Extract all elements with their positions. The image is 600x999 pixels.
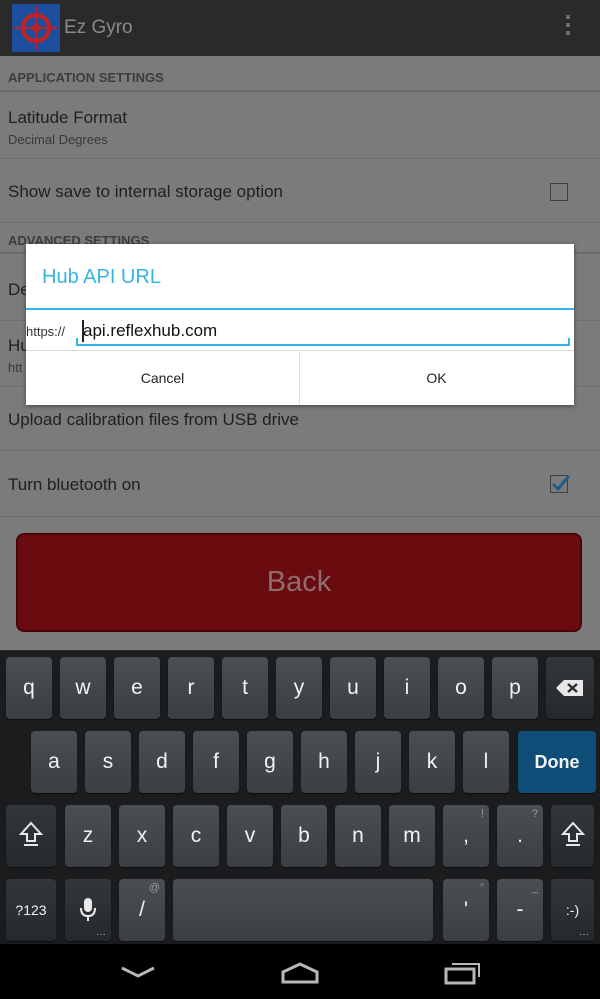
key-slash-hint: @ [148,882,160,894]
recent-apps-icon[interactable] [441,956,485,988]
key-apostrophe-hint: " [480,882,484,894]
key-w[interactable]: w [60,657,106,719]
key-period-label: . [517,824,523,847]
bluetooth-checkbox[interactable] [550,474,571,494]
key-e[interactable]: e [114,657,160,719]
key-g[interactable]: g [247,731,293,793]
key-comma-hint: ! [480,808,484,820]
back-button[interactable]: Back [16,533,582,632]
microphone-icon [80,898,96,921]
input-underline [76,344,570,346]
hub-url-input[interactable] [76,316,570,346]
usb-upload-title[interactable]: Upload calibration files from USB drive [8,410,299,430]
hub-api-url-pref-summary: htt [8,360,23,375]
key-h[interactable]: h [301,731,347,793]
key-apostrophe[interactable]: ' " [443,879,489,941]
key-comma[interactable]: , ! [443,805,489,867]
soft-keyboard: q w e r t y u i o p a s d f g h j k l Do… [0,650,600,944]
url-prefix-label: https:// [26,324,66,339]
key-k[interactable]: k [409,731,455,793]
key-comma-label: , [463,824,469,847]
backspace-icon [556,680,583,696]
latitude-format-summary: Decimal Degrees [8,132,108,147]
emoticon-key-label: :-) [565,902,580,918]
key-n[interactable]: n [335,805,381,867]
overflow-menu-icon[interactable] [556,12,580,44]
backspace-key[interactable] [546,657,594,719]
category-divider [0,90,600,92]
shift-icon [18,821,44,846]
key-dash-label: - [516,898,524,921]
key-l[interactable]: l [463,731,509,793]
key-c[interactable]: c [173,805,219,867]
key-apostrophe-label: ' [463,898,468,921]
bluetooth-title[interactable]: Turn bluetooth on [8,475,141,495]
key-j[interactable]: j [355,731,401,793]
key-slash-label: / [139,898,145,921]
shift-icon [560,821,585,846]
key-d[interactable]: d [139,731,185,793]
voice-input-key[interactable]: … [65,879,111,941]
key-s[interactable]: s [85,731,131,793]
application-settings-header: APPLICATION SETTINGS [8,70,164,85]
shift-key-left[interactable] [6,805,56,867]
key-t[interactable]: t [222,657,268,719]
key-y[interactable]: y [276,657,322,719]
row-divider [0,158,600,159]
spacebar-key[interactable] [173,879,433,941]
shift-key-right[interactable] [551,805,594,867]
more-options-icon: … [579,927,589,938]
back-chevron-icon[interactable] [116,956,160,988]
save-storage-checkbox[interactable] [550,183,568,201]
hub-api-url-dialog: Hub API URL https:// Cancel OK [26,244,574,405]
key-dash-hint: _ [531,882,538,894]
dialog-title-divider [26,308,574,310]
key-i[interactable]: i [384,657,430,719]
key-x[interactable]: x [119,805,165,867]
key-period-hint: ? [531,808,538,820]
input-underline [568,338,570,346]
key-v[interactable]: v [227,805,273,867]
key-p[interactable]: p [492,657,538,719]
cancel-button[interactable]: Cancel [26,351,299,405]
emoticon-key[interactable]: :-) … [551,879,594,941]
key-m[interactable]: m [389,805,435,867]
text-cursor [82,320,84,342]
navigation-bar [0,944,600,999]
key-r[interactable]: r [168,657,214,719]
save-storage-title[interactable]: Show save to internal storage option [8,182,283,202]
latitude-format-title[interactable]: Latitude Format [8,108,127,128]
key-f[interactable]: f [193,731,239,793]
key-period[interactable]: . ? [497,805,543,867]
symbols-key[interactable]: ?123 [6,879,56,941]
key-b[interactable]: b [281,805,327,867]
row-divider [0,516,600,517]
input-underline [76,338,78,346]
more-options-icon: … [96,927,106,938]
crosshair-app-icon[interactable] [12,4,60,52]
dialog-title: Hub API URL [42,266,161,288]
home-icon[interactable] [278,956,322,988]
row-divider [0,450,600,451]
key-u[interactable]: u [330,657,376,719]
key-z[interactable]: z [65,805,111,867]
key-q[interactable]: q [6,657,52,719]
ok-button[interactable]: OK [300,351,573,405]
key-dash[interactable]: - _ [497,879,543,941]
app-title: Ez Gyro [64,17,133,38]
row-divider [0,222,600,223]
done-key[interactable]: Done [518,731,596,793]
key-o[interactable]: o [438,657,484,719]
key-a[interactable]: a [31,731,77,793]
action-bar: Ez Gyro [0,0,600,56]
key-slash[interactable]: / @ [119,879,165,941]
